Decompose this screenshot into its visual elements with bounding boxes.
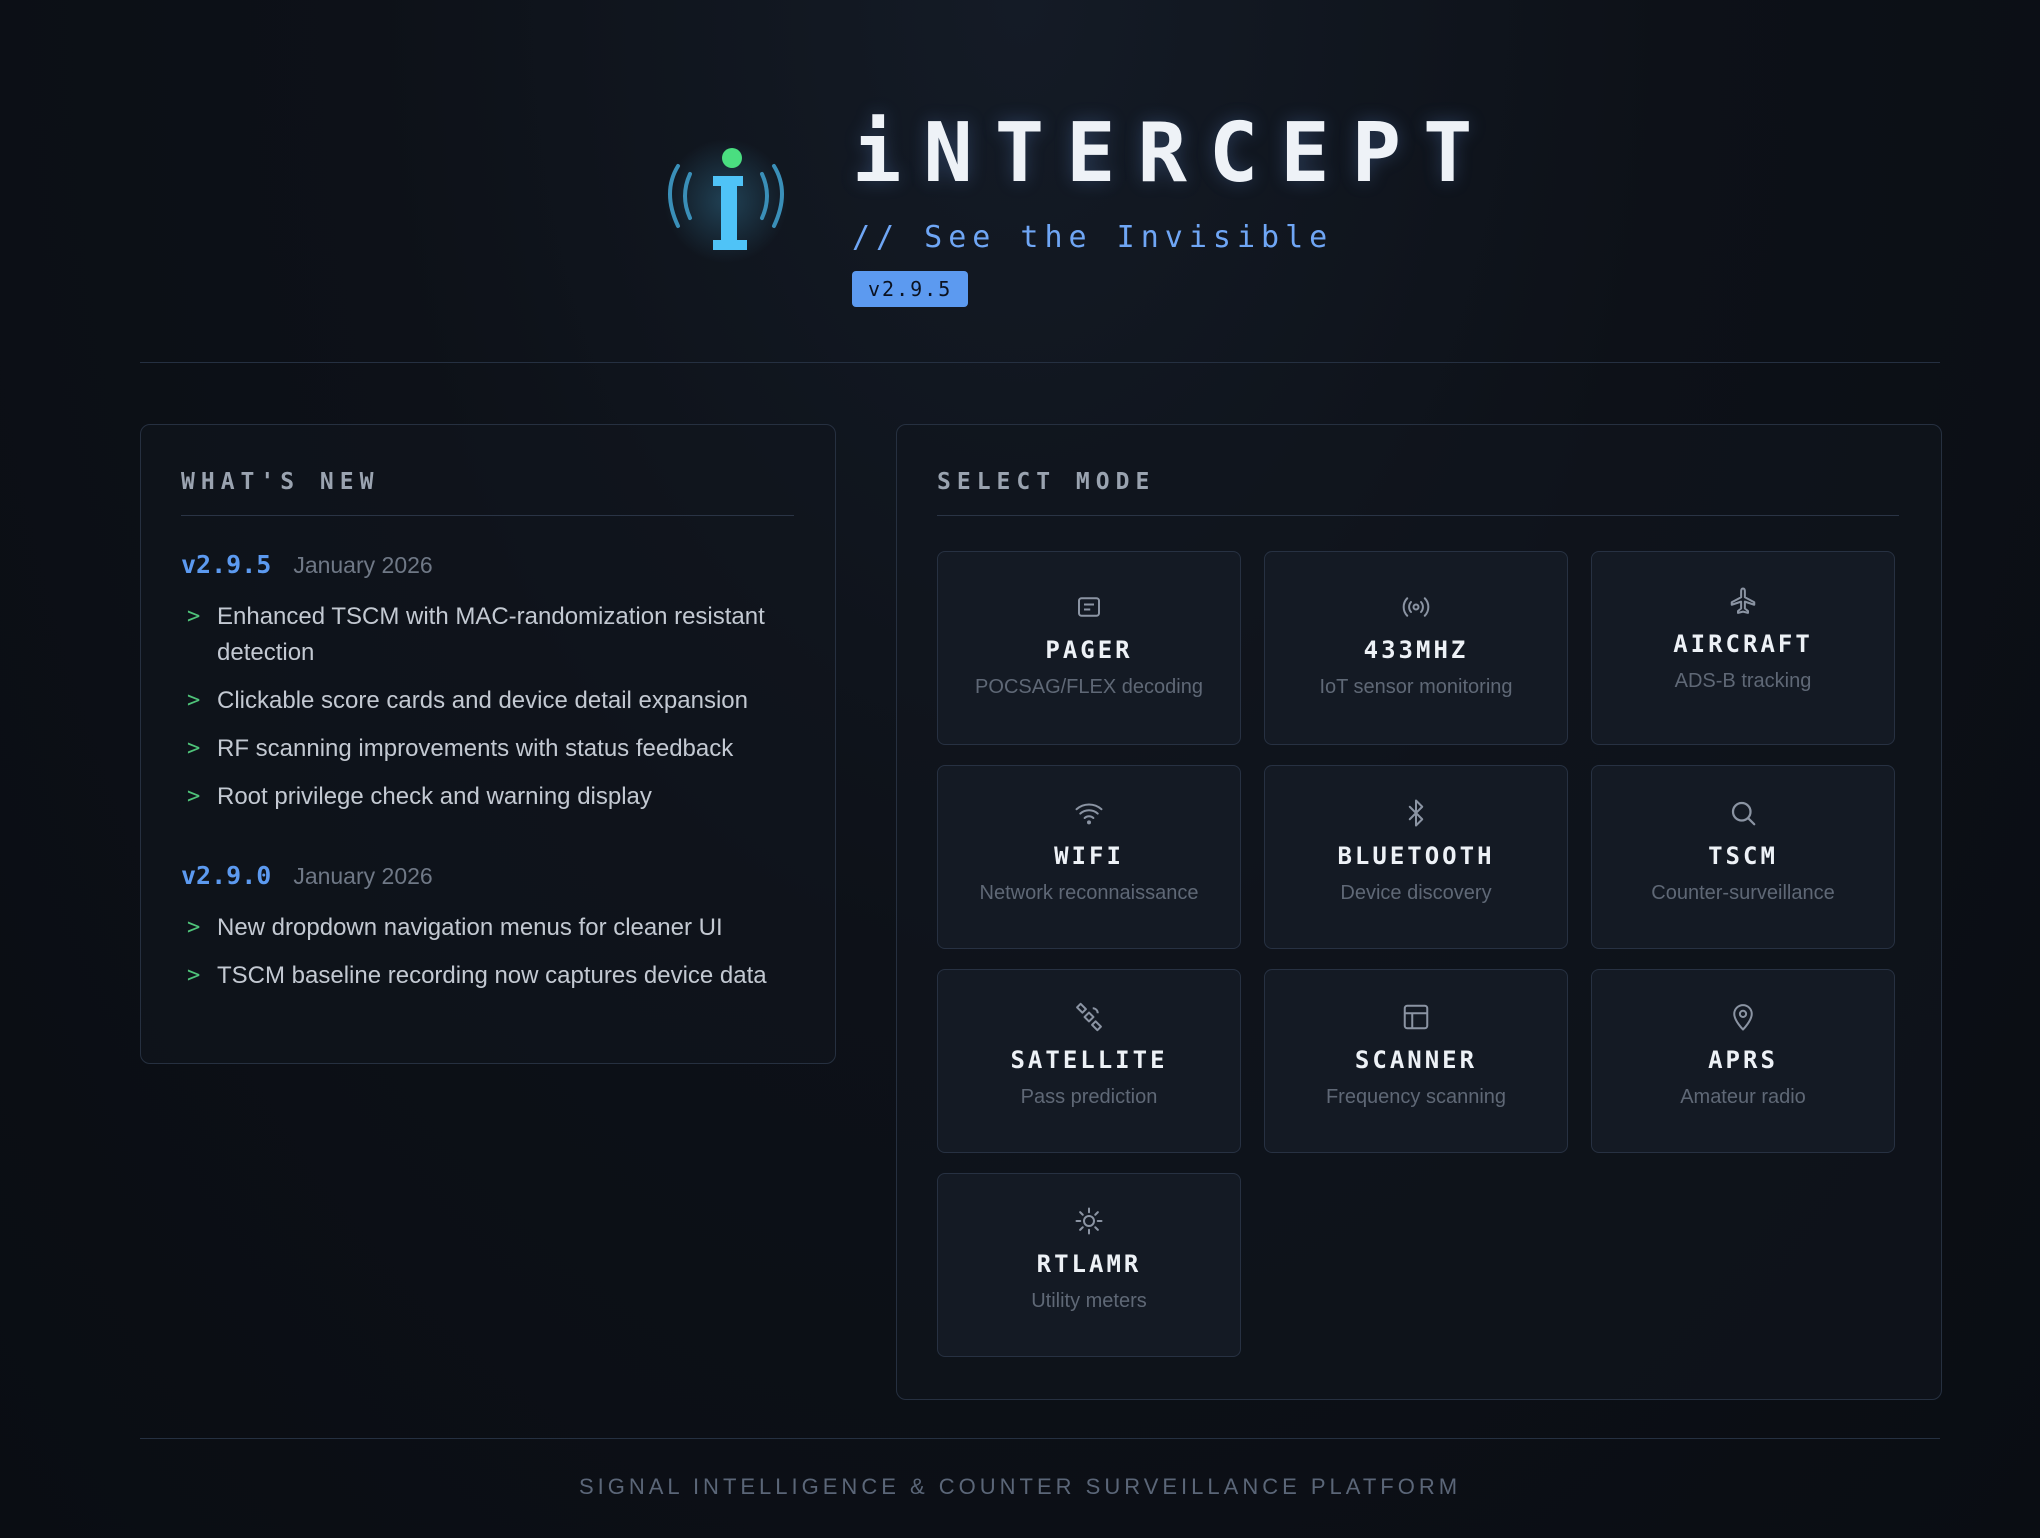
release-entry: v2.9.5 January 2026 > Enhanced TSCM with … [181,550,794,815]
mode-description: ADS-B tracking [1674,670,1812,692]
map-pin-icon [1733,1004,1753,1031]
mode-name: TSCM [1708,842,1778,870]
wifi-icon [1075,803,1103,825]
mode-name: WIFI [1054,842,1124,870]
release-note-text: Clickable score cards and device detail … [217,687,748,714]
mode-card-aprs[interactable]: APRS Amateur radio [1591,969,1895,1153]
release-note-text: TSCM baseline recording now captures dev… [217,962,767,989]
mode-name: AIRCRAFT [1673,630,1813,658]
chevron-right-icon: > [187,784,201,809]
plane-icon [1730,587,1756,614]
release-note-text: Enhanced TSCM with MAC-randomization res… [217,603,765,666]
satellite-icon [1076,1002,1102,1032]
release-date: January 2026 [293,863,433,889]
brand: iNTERCEPT // See the Invisible v2.9.5 [852,104,1494,307]
tagline: // See the Invisible [852,220,1334,255]
mode-name: PAGER [1045,636,1133,664]
mode-description: Pass prediction [1020,1086,1158,1108]
mode-description: Network reconnaissance [979,882,1199,904]
mode-card-bluetooth[interactable]: BLUETOOTH Device discovery [1264,765,1568,949]
mode-name: 433MHZ [1363,636,1469,664]
layout-icon [1403,1004,1429,1030]
release-entry: v2.9.0 January 2026 > New dropdown naviga… [181,861,794,994]
mode-name: SCANNER [1354,1046,1478,1074]
app-title: iNTERCEPT [852,106,1495,201]
release-version: v2.9.5 [181,550,272,579]
sun-icon [1075,1207,1103,1235]
mode-card-433mhz[interactable]: 433MHZ IoT sensor monitoring [1264,551,1568,745]
release-note: > Enhanced TSCM with MAC-randomization re… [181,599,794,671]
version-badge: v2.9.5 [852,271,969,307]
mode-description: Utility meters [1031,1290,1147,1312]
bluetooth-icon [1408,799,1424,827]
footer-divider [140,1438,1940,1439]
mode-name: APRS [1708,1046,1778,1074]
mode-card-pager[interactable]: PAGER POCSAG/FLEX decoding [937,551,1241,745]
mode-description: Frequency scanning [1325,1086,1507,1108]
divider [937,515,1899,516]
select-mode-panel: SELECT MODE PAGER POCSAG/FLEX decoding 4… [896,424,1942,1400]
mode-card-rtlamr[interactable]: RTLAMR Utility meters [937,1173,1241,1357]
radio-waves-icon [1402,597,1430,617]
search-icon [1731,801,1756,826]
release-note: > RF scanning improvements with status fe… [181,731,794,767]
release-note: > Root privilege check and warning displa… [181,779,794,815]
mode-card-aircraft[interactable]: AIRCRAFT ADS-B tracking [1591,551,1895,745]
whats-new-title: WHAT'S NEW [181,469,380,495]
mode-card-satellite[interactable]: SATELLITE Pass prediction [937,969,1241,1153]
pager-icon [1078,597,1100,617]
chevron-right-icon: > [187,915,201,940]
mode-description: POCSAG/FLEX decoding [975,676,1203,698]
release-date: January 2026 [293,552,433,578]
chevron-right-icon: > [187,736,201,761]
select-mode-title: SELECT MODE [937,469,1156,495]
intercept-logo-icon [664,139,788,263]
release-version: v2.9.0 [181,861,272,890]
release-note-text: New dropdown navigation menus for cleane… [217,914,723,941]
mode-description: Device discovery [1340,882,1492,904]
whats-new-panel: WHAT'S NEW v2.9.5 January 2026 > Enhanced… [140,424,836,1064]
release-note: > New dropdown navigation menus for clean… [181,910,794,946]
mode-name: SATELLITE [1010,1046,1168,1074]
footer-text: SIGNAL INTELLIGENCE & COUNTER SURVEILLAN… [578,1474,1462,1499]
header-divider [140,362,1940,363]
mode-description: Counter-surveillance [1651,882,1835,904]
mode-name: BLUETOOTH [1337,842,1495,870]
release-note: > Clickable score cards and device detail… [181,683,794,719]
divider [181,515,794,516]
header: iNTERCEPT // See the Invisible v2.9.5 [0,0,2040,362]
mode-name: RTLAMR [1036,1250,1142,1278]
mode-card-scanner[interactable]: SCANNER Frequency scanning [1264,969,1568,1153]
release-note-text: Root privilege check and warning display [217,783,652,810]
mode-description: Amateur radio [1680,1086,1806,1108]
mode-description: IoT sensor monitoring [1319,676,1513,698]
chevron-right-icon: > [187,688,201,713]
chevron-right-icon: > [187,963,201,988]
mode-card-wifi[interactable]: WIFI Network reconnaissance [937,765,1241,949]
chevron-right-icon: > [187,604,201,629]
mode-card-tscm[interactable]: TSCM Counter-surveillance [1591,765,1895,949]
release-note: > TSCM baseline recording now captures de… [181,958,794,994]
release-note-text: RF scanning improvements with status fee… [217,735,734,762]
